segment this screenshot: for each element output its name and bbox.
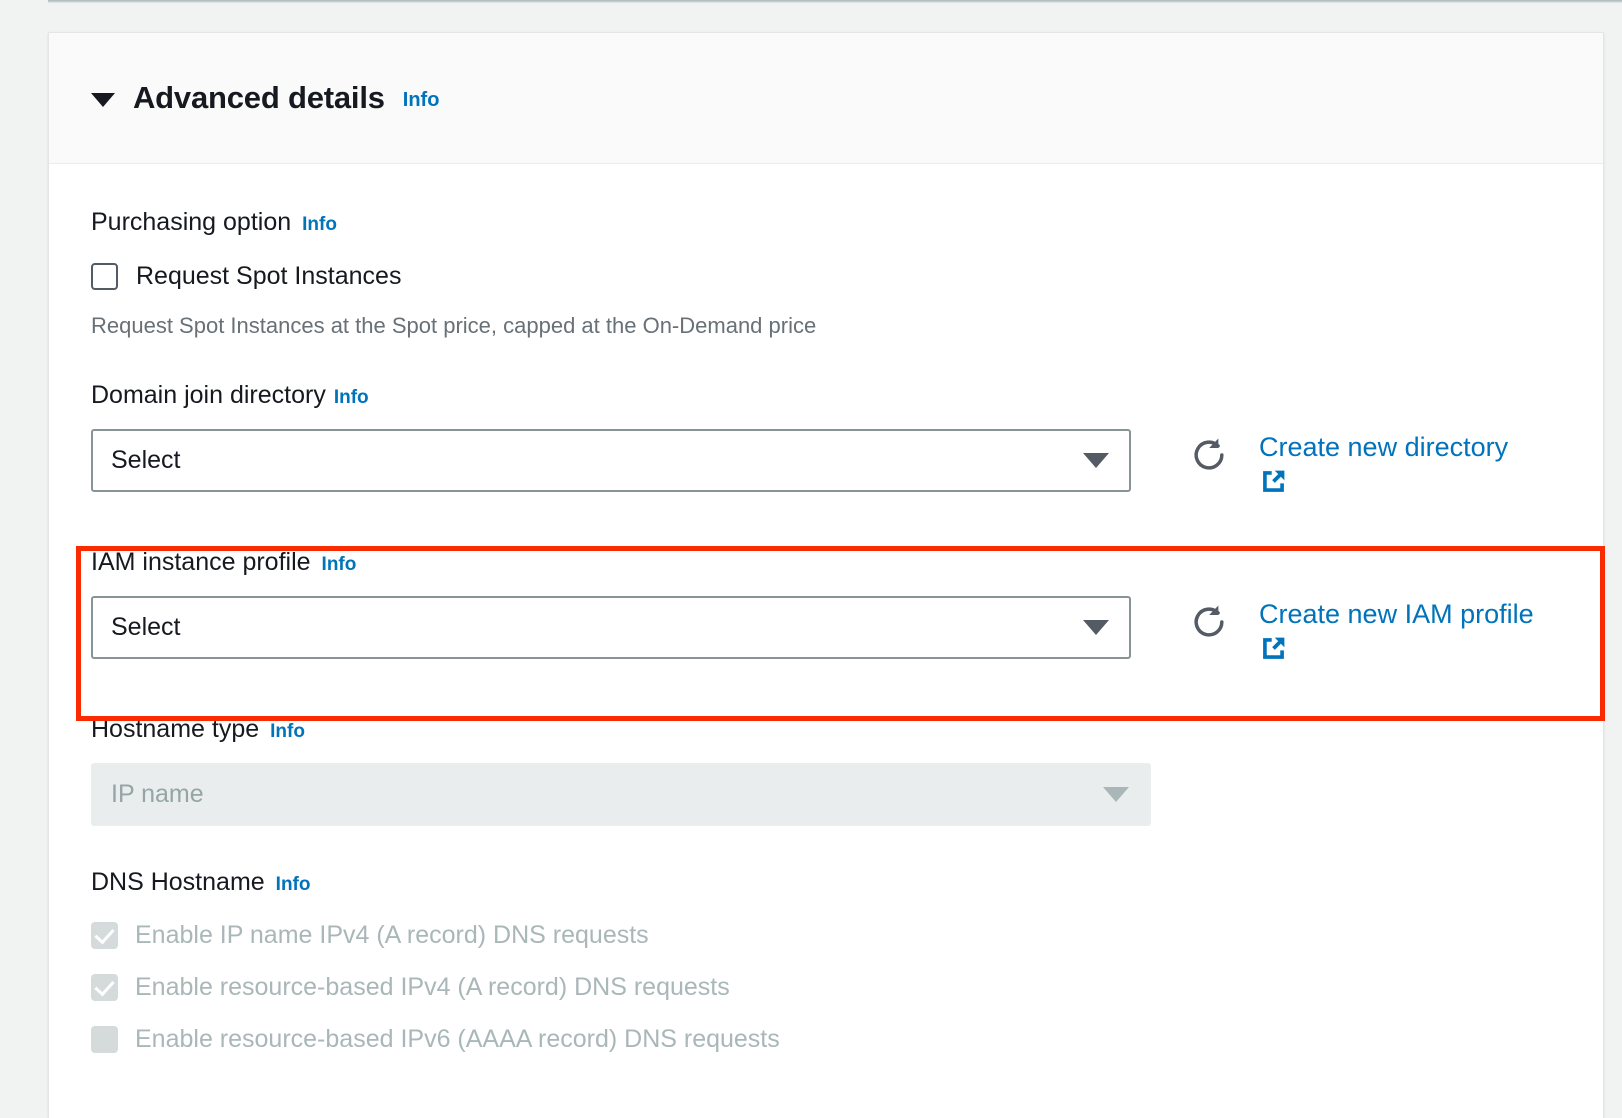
advanced-details-card: Advanced details Info Purchasing option …: [48, 32, 1605, 1118]
create-new-iam-profile-block: Create new IAM profile: [1259, 600, 1534, 663]
info-link-hostname-type[interactable]: Info: [270, 721, 305, 743]
dns-option-label: Enable resource-based IPv6 (AAAA record)…: [135, 1025, 780, 1054]
hostname-type-select: IP name: [91, 763, 1151, 827]
domain-join-directory-row: Select Create new directory: [91, 429, 1561, 496]
info-link-iam-instance-profile[interactable]: Info: [322, 554, 357, 576]
dns-hostname-field: DNS Hostname Info Enable IP name IPv4 (A…: [49, 826, 1603, 1054]
purchasing-option-label-row: Purchasing option Info: [91, 208, 1561, 237]
domain-join-directory-label: Domain join directory: [91, 381, 326, 409]
hostname-type-label-row: Hostname type Info: [91, 715, 1561, 744]
dns-option-row: Enable IP name IPv4 (A record) DNS reque…: [91, 921, 1561, 950]
info-link-domain-join-directory[interactable]: Info: [334, 387, 369, 409]
dns-option-row: Enable resource-based IPv6 (AAAA record)…: [91, 1025, 1561, 1054]
dns-hostname-label: DNS Hostname: [91, 868, 265, 897]
refresh-icon[interactable]: [1187, 600, 1231, 644]
chevron-down-icon: [1083, 453, 1109, 468]
domain-join-directory-select[interactable]: Select: [91, 429, 1131, 492]
dns-option-checkbox-ip-name-ipv4: [91, 922, 118, 950]
request-spot-instances-checkbox[interactable]: [91, 263, 118, 290]
create-new-directory-block: Create new directory: [1259, 432, 1508, 496]
dns-option-checkbox-resource-based-ipv4: [91, 974, 118, 1002]
hostname-type-label: Hostname type: [91, 715, 260, 744]
purchasing-option-field: Purchasing option Info Request Spot Inst…: [49, 164, 1603, 339]
iam-instance-profile-select-value: Select: [111, 613, 181, 642]
purchasing-option-hint: Request Spot Instances at the Spot price…: [91, 313, 817, 338]
iam-instance-profile-row: Select Create new IAM profile: [91, 596, 1561, 663]
chevron-down-icon: [1103, 787, 1129, 803]
request-spot-instances-label: Request Spot Instances: [136, 262, 402, 290]
top-divider: [48, 0, 1622, 3]
iam-instance-profile-label-row: IAM instance profile Info: [91, 548, 1561, 577]
chevron-down-icon: [1083, 620, 1109, 636]
domain-join-directory-field: Domain join directory Info Select Create…: [49, 339, 1603, 496]
advanced-details-body: Purchasing option Info Request Spot Inst…: [49, 164, 1603, 1054]
purchasing-option-label: Purchasing option: [91, 208, 292, 236]
iam-instance-profile-actions: Create new IAM profile: [1187, 596, 1534, 663]
info-link-dns-hostname[interactable]: Info: [276, 874, 311, 896]
refresh-icon[interactable]: [1187, 433, 1231, 477]
info-link-purchasing-option[interactable]: Info: [302, 214, 337, 236]
create-new-directory-link[interactable]: Create new directory: [1259, 432, 1508, 462]
advanced-details-header[interactable]: Advanced details Info: [49, 33, 1603, 164]
dns-hostname-label-row: DNS Hostname Info: [91, 868, 1561, 897]
request-spot-instances-row[interactable]: Request Spot Instances: [91, 262, 1561, 291]
external-link-icon[interactable]: [1259, 467, 1288, 496]
domain-join-directory-actions: Create new directory: [1187, 429, 1508, 496]
domain-join-directory-select-value: Select: [111, 446, 181, 474]
iam-instance-profile-field: IAM instance profile Info Select Create …: [49, 496, 1603, 663]
iam-instance-profile-label: IAM instance profile: [91, 548, 311, 577]
hostname-type-field: Hostname type Info IP name: [49, 663, 1603, 827]
dns-option-row: Enable resource-based IPv4 (A record) DN…: [91, 973, 1561, 1002]
dns-option-label: Enable resource-based IPv4 (A record) DN…: [135, 973, 730, 1002]
domain-join-directory-label-row: Domain join directory Info: [91, 381, 1561, 410]
create-new-iam-profile-link[interactable]: Create new IAM profile: [1259, 599, 1534, 629]
info-link-advanced-details[interactable]: Info: [403, 89, 440, 112]
advanced-details-page: Advanced details Info Purchasing option …: [0, 0, 1622, 1118]
dns-option-checkbox-resource-based-ipv6: [91, 1026, 118, 1054]
hostname-type-select-value: IP name: [111, 780, 204, 809]
page-title: Advanced details: [133, 80, 385, 115]
caret-down-icon[interactable]: [91, 92, 115, 107]
dns-option-label: Enable IP name IPv4 (A record) DNS reque…: [135, 921, 649, 950]
iam-instance-profile-select[interactable]: Select: [91, 596, 1131, 660]
external-link-icon[interactable]: [1259, 634, 1288, 663]
